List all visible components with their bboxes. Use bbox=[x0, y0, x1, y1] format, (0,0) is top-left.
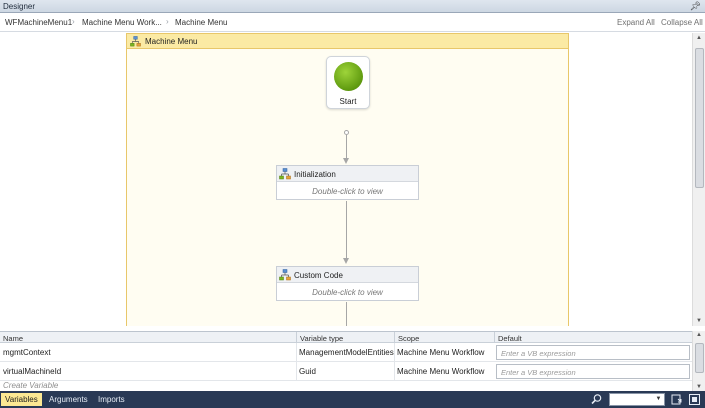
tab-imports[interactable]: Imports bbox=[94, 393, 129, 406]
flow-connector[interactable] bbox=[346, 201, 347, 259]
flowchart-header[interactable]: Machine Menu bbox=[127, 34, 568, 49]
variable-name[interactable]: mgmtContext bbox=[3, 348, 51, 357]
activity-title: Initialization bbox=[294, 170, 336, 179]
window-title: Designer bbox=[3, 2, 36, 11]
flow-connector[interactable] bbox=[346, 135, 347, 159]
scrollbar-thumb[interactable] bbox=[695, 48, 704, 188]
flowchart-container[interactable]: Machine Menu Start Initialization Double… bbox=[126, 33, 569, 326]
scroll-up-icon[interactable]: ▲ bbox=[696, 332, 702, 338]
breadcrumb-item-workflow[interactable]: WFMachineMenu1 bbox=[5, 18, 72, 27]
activity-custom-code[interactable]: Custom Code Double-click to view bbox=[276, 266, 419, 301]
designer-title-bar: Designer 📌︎ bbox=[0, 0, 705, 13]
arrowhead-icon bbox=[343, 258, 349, 264]
breadcrumb-separator-icon: › bbox=[72, 17, 75, 26]
column-divider bbox=[394, 362, 395, 381]
create-variable-row[interactable]: Create Variable bbox=[0, 381, 692, 391]
scroll-up-icon[interactable]: ▲ bbox=[696, 35, 702, 41]
canvas-vertical-scrollbar[interactable]: ▲ ▼ bbox=[692, 33, 705, 326]
activity-initialization[interactable]: Initialization Double-click to view bbox=[276, 165, 419, 200]
flowchart-icon bbox=[130, 36, 141, 47]
breadcrumb: WFMachineMenu1 › Machine Menu Work... › … bbox=[0, 14, 705, 32]
fit-to-screen-icon[interactable] bbox=[670, 393, 683, 406]
breadcrumb-item-flowchart[interactable]: Machine Menu bbox=[175, 18, 227, 27]
flowchart-icon bbox=[279, 269, 291, 281]
table-row[interactable]: virtualMachineId Guid Machine Menu Workf… bbox=[0, 362, 692, 381]
flow-connector[interactable] bbox=[346, 302, 347, 326]
column-divider bbox=[394, 343, 395, 362]
activity-header: Initialization bbox=[277, 166, 418, 182]
variable-name[interactable]: virtualMachineId bbox=[3, 367, 61, 376]
column-divider bbox=[296, 343, 297, 362]
expression-placeholder: Enter a VB expression bbox=[501, 368, 576, 377]
column-header-type[interactable]: Variable type bbox=[300, 334, 343, 343]
column-header-name[interactable]: Name bbox=[3, 334, 23, 343]
activity-header: Custom Code bbox=[277, 267, 418, 283]
default-expression-input[interactable]: Enter a VB expression bbox=[496, 364, 690, 379]
zoom-level-combo[interactable]: ▼ bbox=[609, 393, 665, 406]
scroll-down-icon[interactable]: ▼ bbox=[696, 384, 702, 390]
breadcrumb-item-sequence[interactable]: Machine Menu Work... bbox=[82, 18, 162, 27]
variable-scope[interactable]: Machine Menu Workflow bbox=[397, 367, 484, 376]
table-row[interactable]: mgmtContext ManagementModelEntities Mach… bbox=[0, 343, 692, 362]
scroll-down-icon[interactable]: ▼ bbox=[696, 318, 702, 324]
activity-hint: Double-click to view bbox=[312, 187, 383, 196]
overview-icon[interactable] bbox=[688, 393, 701, 406]
column-header-default[interactable]: Default bbox=[498, 334, 522, 343]
start-ball-icon bbox=[334, 62, 363, 91]
variables-vertical-scrollbar[interactable]: ▲ ▼ bbox=[692, 331, 705, 391]
scrollbar-thumb[interactable] bbox=[695, 343, 704, 373]
collapse-all-button[interactable]: Collapse All bbox=[661, 18, 703, 27]
variables-grid-header: Name Variable type Scope Default bbox=[0, 331, 692, 344]
arrowhead-icon bbox=[343, 158, 349, 164]
flowchart-icon bbox=[279, 168, 291, 180]
start-label: Start bbox=[339, 97, 357, 106]
variable-scope[interactable]: Machine Menu Workflow bbox=[397, 348, 484, 357]
chevron-down-icon[interactable]: ▼ bbox=[654, 395, 663, 404]
breadcrumb-separator-icon: › bbox=[166, 17, 169, 26]
expand-all-button[interactable]: Expand All bbox=[617, 18, 655, 27]
designer-canvas[interactable]: Machine Menu Start Initialization Double… bbox=[0, 33, 692, 326]
column-header-scope[interactable]: Scope bbox=[398, 334, 419, 343]
activity-title: Custom Code bbox=[294, 271, 343, 280]
variable-type[interactable]: ManagementModelEntities bbox=[299, 348, 394, 357]
search-icon[interactable] bbox=[590, 393, 603, 406]
activity-hint: Double-click to view bbox=[312, 288, 383, 297]
designer-bottom-bar: Variables Arguments Imports ▼ bbox=[0, 391, 705, 408]
tab-arguments[interactable]: Arguments bbox=[45, 393, 92, 406]
tab-variables[interactable]: Variables bbox=[1, 393, 42, 406]
expression-placeholder: Enter a VB expression bbox=[501, 349, 576, 358]
default-expression-input[interactable]: Enter a VB expression bbox=[496, 345, 690, 360]
variable-type[interactable]: Guid bbox=[299, 367, 316, 376]
flowchart-title: Machine Menu bbox=[145, 37, 198, 46]
pin-icon[interactable]: 📌︎ bbox=[690, 1, 701, 12]
column-divider bbox=[296, 362, 297, 381]
create-variable-placeholder[interactable]: Create Variable bbox=[3, 381, 58, 390]
start-node[interactable]: Start bbox=[326, 56, 370, 109]
